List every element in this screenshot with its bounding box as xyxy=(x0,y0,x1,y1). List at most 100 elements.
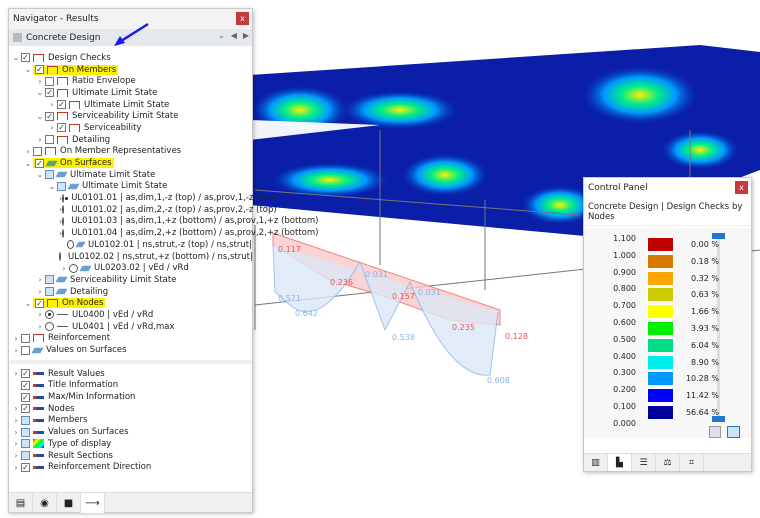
tab-legend[interactable]: ▙ xyxy=(608,454,632,471)
chevron-right-icon[interactable]: › xyxy=(11,463,21,472)
checkbox[interactable] xyxy=(33,146,42,156)
chevron-right-icon[interactable]: › xyxy=(11,451,21,460)
chevron-right-icon[interactable]: › xyxy=(11,369,21,378)
chevron-right-icon[interactable]: › xyxy=(11,346,21,355)
checkbox[interactable]: ✓ xyxy=(21,369,30,379)
checkbox[interactable] xyxy=(45,275,54,285)
checkbox[interactable]: ✓ xyxy=(35,65,44,75)
radio-button[interactable] xyxy=(59,252,61,262)
chevron-right-icon[interactable]: › xyxy=(59,264,69,273)
checkbox[interactable] xyxy=(21,415,30,425)
chevron-down-icon[interactable]: ⌄ xyxy=(47,182,57,191)
chevron-down-icon[interactable]: ⌄ xyxy=(11,53,21,62)
tree-item[interactable]: › UL0101.02 | as,dim,2,-z (top) / as,prov… xyxy=(9,204,277,216)
chevron-right-icon[interactable]: › xyxy=(11,334,21,343)
chevron-down-icon[interactable]: ⌄ xyxy=(23,65,33,74)
checkbox[interactable] xyxy=(45,287,54,297)
tree-item[interactable]: › On Member Representatives xyxy=(9,146,252,158)
checkbox[interactable] xyxy=(57,181,66,191)
prev-arrow-icon[interactable]: ◀ xyxy=(231,31,237,40)
tree-item[interactable]: › Members xyxy=(9,415,252,427)
tree-item[interactable]: ⌄ ✓ On Surfaces xyxy=(9,157,252,169)
checkbox[interactable] xyxy=(21,345,30,355)
scale-toggle-icon[interactable] xyxy=(727,426,740,438)
checkbox[interactable] xyxy=(21,427,30,437)
radio-button[interactable] xyxy=(62,216,65,226)
chevron-right-icon[interactable]: › xyxy=(35,77,45,86)
checkbox[interactable] xyxy=(21,333,30,343)
tree-item[interactable]: ⌄ Ultimate Limit State xyxy=(9,169,252,181)
radio-button[interactable] xyxy=(69,263,78,273)
tab-eye[interactable]: ◉ xyxy=(33,493,57,513)
radio-button[interactable] xyxy=(62,205,65,215)
slider-max-handle[interactable] xyxy=(712,233,725,239)
tree-item[interactable]: › ✓ Reinforcement Direction xyxy=(9,461,252,473)
tree-item[interactable]: › UL0101.04 | as,dim,2,+z (bottom) / as,p… xyxy=(9,227,318,239)
checkbox[interactable] xyxy=(21,439,30,449)
chevron-right-icon[interactable]: › xyxy=(35,322,45,331)
chevron-right-icon[interactable]: › xyxy=(35,275,45,284)
tree-item[interactable]: › Detailing xyxy=(9,286,252,298)
tree-item[interactable]: › UL0101.01 | as,dim,1,-z (top) / as,prov… xyxy=(9,192,277,204)
tree-item[interactable]: ⌄ ✓ On Members xyxy=(9,64,252,76)
chevron-right-icon[interactable]: › xyxy=(11,439,21,448)
tree-item[interactable]: › ✓ Result Values xyxy=(9,368,252,380)
chevron-down-icon[interactable]: ⌄ xyxy=(23,159,33,168)
tree-item[interactable]: ✓ Max/Min Information xyxy=(9,391,252,403)
checkbox[interactable]: ✓ xyxy=(21,380,30,390)
tree-item[interactable]: UL0102.01 | ns,strut,-z (top) / ns,strut… xyxy=(9,239,252,251)
tree-item[interactable]: › ✓ Ultimate Limit State xyxy=(9,99,252,111)
tab-data[interactable]: ▤ xyxy=(9,493,33,513)
checkbox[interactable] xyxy=(45,135,54,145)
chevron-right-icon[interactable]: › xyxy=(11,428,21,437)
close-button[interactable]: x xyxy=(236,12,249,25)
checkbox[interactable]: ✓ xyxy=(21,462,30,472)
tree-item[interactable]: › Type of display xyxy=(9,438,252,450)
tab-results[interactable]: ⟶ xyxy=(81,493,105,513)
checkbox[interactable] xyxy=(45,76,54,86)
checkbox[interactable]: ✓ xyxy=(21,53,30,63)
tree-item[interactable]: ⌄ ✓ Ultimate Limit State xyxy=(9,87,252,99)
tree-item[interactable]: › UL0401 | vEd / vRd,max xyxy=(9,321,252,333)
tree-item[interactable]: › Serviceability Limit State xyxy=(9,274,252,286)
tree-item[interactable]: › Ratio Envelope xyxy=(9,75,252,87)
tree-item[interactable]: › Values on Surfaces xyxy=(9,426,252,438)
tab-color-scale[interactable]: ▥ xyxy=(584,454,608,471)
tab-structure[interactable]: ⌗ xyxy=(680,454,704,471)
tab-camera[interactable]: ■ xyxy=(57,493,81,513)
checkbox[interactable]: ✓ xyxy=(45,88,54,98)
chevron-right-icon[interactable]: › xyxy=(35,135,45,144)
next-arrow-icon[interactable]: ▶ xyxy=(243,31,249,40)
tree-item[interactable]: › Result Sections xyxy=(9,450,252,462)
tree-item[interactable]: ⌄ ✓ Design Checks xyxy=(9,52,252,64)
tree-item[interactable]: › ✓ Serviceability xyxy=(9,122,252,134)
chevron-right-icon[interactable]: › xyxy=(35,287,45,296)
checkbox[interactable]: ✓ xyxy=(45,111,54,121)
tab-balance[interactable]: ⚖ xyxy=(656,454,680,471)
radio-button[interactable] xyxy=(66,240,75,250)
chevron-right-icon[interactable]: › xyxy=(11,404,21,413)
tree-item[interactable]: › Values on Surfaces xyxy=(9,344,252,356)
chevron-right-icon[interactable]: › xyxy=(47,100,57,109)
chevron-right-icon[interactable]: › xyxy=(47,123,57,132)
checkbox[interactable]: ✓ xyxy=(21,404,30,414)
settings-icon[interactable] xyxy=(709,426,721,438)
tree-item[interactable]: › Detailing xyxy=(9,134,252,146)
radio-button[interactable] xyxy=(62,193,69,203)
close-button[interactable]: x xyxy=(735,181,748,194)
checkbox[interactable] xyxy=(45,170,54,180)
checkbox[interactable] xyxy=(21,451,30,461)
tree-item[interactable]: ⌄ ✓ On Nodes xyxy=(9,297,252,309)
chevron-down-icon[interactable]: ⌄ xyxy=(23,299,33,308)
chevron-right-icon[interactable]: › xyxy=(23,147,33,156)
tree-item[interactable]: › ✓ Nodes xyxy=(9,403,252,415)
chevron-down-icon[interactable]: ⌄ xyxy=(218,31,225,40)
tree-item[interactable]: › UL0400 | vEd / vRd xyxy=(9,309,252,321)
checkbox[interactable]: ✓ xyxy=(35,158,44,168)
tree-item[interactable]: › UL0203.02 | vEd / vRd xyxy=(9,262,252,274)
tree-item[interactable]: › UL0101.03 | as,dim,1,+z (bottom) / as,p… xyxy=(9,216,318,228)
chevron-down-icon[interactable]: ⌄ xyxy=(35,112,45,121)
tree-item[interactable]: ⌄ Ultimate Limit State xyxy=(9,181,252,193)
checkbox[interactable]: ✓ xyxy=(35,298,44,308)
tree-item[interactable]: ⌄ ✓ Serviceability Limit State xyxy=(9,110,252,122)
